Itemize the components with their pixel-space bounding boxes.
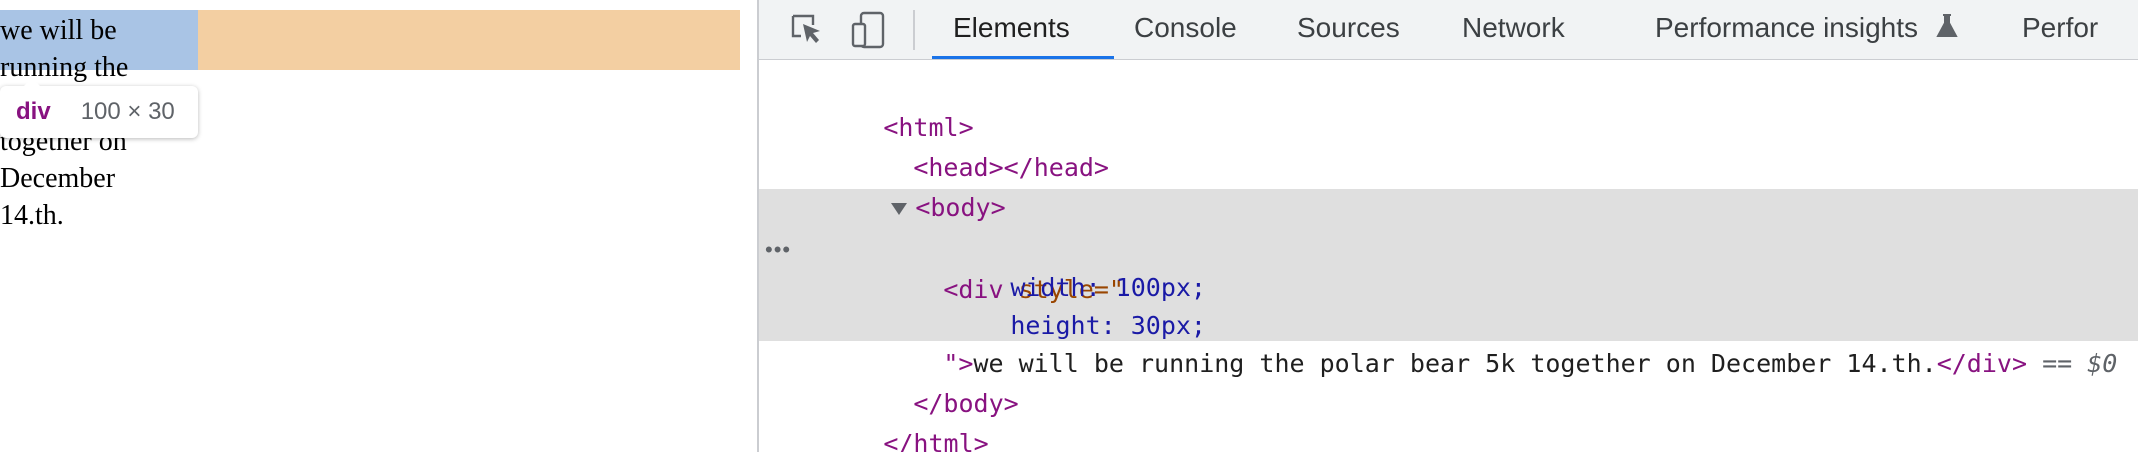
dom-node-html-close[interactable]: </html> (759, 384, 2138, 452)
tab-elements[interactable]: Elements (953, 0, 1070, 60)
device-toolbar-icon[interactable] (847, 8, 891, 52)
dom-node-body-close[interactable]: </body> (759, 344, 2138, 418)
tab-performance-insights-label: Performance insights (1655, 12, 1919, 43)
toolbar-separator (913, 10, 915, 50)
margin-highlight-overlay (198, 10, 740, 70)
page-preview: we will be running the polar bear 5k tog… (0, 0, 757, 452)
tab-performance[interactable]: Perfor (2022, 0, 2098, 60)
dom-node-body[interactable]: <body> (759, 148, 2138, 222)
dom-node-html[interactable]: <html> (759, 68, 2138, 142)
devtools-panel: Elements Console Sources Network Perform… (759, 0, 2138, 452)
tab-sources[interactable]: Sources (1297, 0, 1400, 60)
html-close-tag: </html> (883, 429, 989, 452)
element-inspect-tooltip: div 100 × 30 (0, 78, 198, 138)
css-height-line: height: 30px; (759, 266, 2138, 340)
dom-node-head[interactable]: <head></head> (759, 108, 2138, 182)
experiment-flask-icon (1936, 2, 1958, 58)
elements-dom-tree: <html> <head></head> <body> ••• <div sty… (759, 60, 2138, 452)
css-width-line: width: 100px; (759, 228, 2138, 302)
tab-network[interactable]: Network (1462, 0, 1565, 60)
tab-console[interactable]: Console (1134, 0, 1237, 60)
div-content-line: ">we will be running the polar bear 5k t… (759, 304, 2138, 378)
devtools-toolbar: Elements Console Sources Network Perform… (759, 0, 2138, 60)
tooltip-dimensions: 100 × 30 (80, 98, 175, 125)
dom-node-div[interactable]: ••• <div style=" (759, 190, 2138, 304)
tooltip-tag-name: div (16, 98, 51, 125)
tab-performance-insights[interactable]: Performance insights (1655, 0, 1958, 60)
active-tab-indicator (932, 56, 1114, 59)
inspect-element-icon[interactable] (785, 8, 829, 52)
